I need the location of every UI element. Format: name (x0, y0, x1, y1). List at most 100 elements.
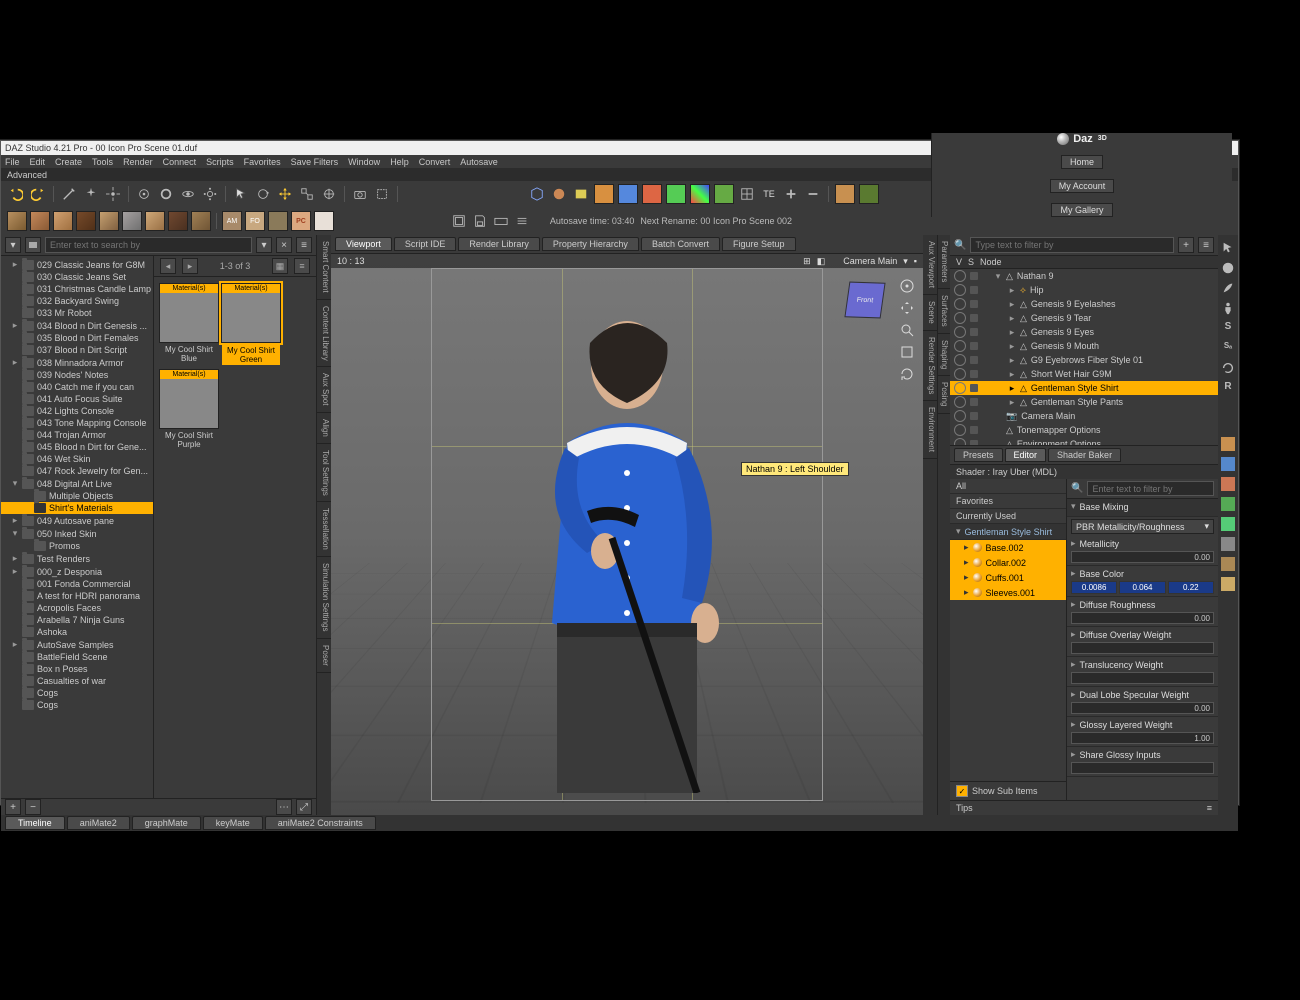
visibility-toggle[interactable] (954, 368, 966, 380)
fo-swatch[interactable]: FO (245, 211, 265, 231)
material-swatch[interactable] (314, 211, 334, 231)
slider[interactable]: 0.00 (1071, 702, 1214, 714)
menu-autosave[interactable]: Autosave (460, 157, 498, 167)
palette-icon[interactable] (1221, 537, 1235, 551)
list-view-icon[interactable]: ≡ (294, 258, 310, 274)
camera-dropdown-icon[interactable]: ▾ (903, 256, 908, 267)
plus-icon[interactable] (782, 185, 800, 203)
scene-node[interactable]: ▾△ Nathan 9 (950, 269, 1218, 283)
swatch-blue[interactable] (618, 184, 638, 204)
home-button[interactable]: Home (1061, 155, 1103, 169)
pointer-icon[interactable] (1221, 241, 1235, 255)
scene-node[interactable]: ▸△ Genesis 9 Tear (950, 311, 1218, 325)
swatch-red[interactable] (642, 184, 662, 204)
visibility-toggle[interactable] (954, 410, 966, 422)
tree-item[interactable]: 037 Blood n Dirt Script (1, 344, 153, 356)
side-tab-aux-viewport[interactable]: Aux Viewport (923, 235, 937, 295)
nav-cube[interactable]: Front (844, 282, 885, 319)
swatch-green2[interactable] (714, 184, 734, 204)
advanced-label[interactable]: Advanced (7, 170, 47, 180)
gear-icon[interactable] (201, 185, 219, 203)
tab-viewport[interactable]: Viewport (335, 237, 392, 251)
material-swatch[interactable] (191, 211, 211, 231)
side-tab-render-settings[interactable]: Render Settings (923, 331, 937, 401)
palette-icon[interactable] (1221, 557, 1235, 571)
figure-icon[interactable] (1221, 301, 1235, 315)
side-tab-simulation-settings[interactable]: Simulation Settings (317, 557, 331, 638)
menu-file[interactable]: File (5, 157, 20, 167)
tree-item[interactable]: ▾048 Digital Art Live (1, 477, 153, 490)
pointer-icon[interactable] (232, 185, 250, 203)
side-tab-posing[interactable]: Posing (938, 376, 950, 413)
wand-icon[interactable] (60, 185, 78, 203)
scene-node[interactable]: △ Tonemapper Options (950, 423, 1218, 437)
side-tab-parameters[interactable]: Parameters (938, 235, 950, 289)
material-swatch[interactable] (30, 211, 50, 231)
color-r[interactable]: 0.0086 (1071, 581, 1117, 594)
prev-page-icon[interactable]: ◂ (160, 258, 176, 274)
remove-icon[interactable]: − (25, 799, 41, 815)
scene-node[interactable]: ▸△ Genesis 9 Eyes (950, 325, 1218, 339)
tab-render-library[interactable]: Render Library (458, 237, 540, 251)
material-swatch[interactable] (268, 211, 288, 231)
menu-favorites[interactable]: Favorites (244, 157, 281, 167)
material-swatch[interactable] (122, 211, 142, 231)
palette-icon[interactable] (1221, 457, 1235, 471)
scale-tool-icon[interactable] (298, 185, 316, 203)
tree-item[interactable]: Promos (1, 540, 153, 552)
scene-node[interactable]: ▸△ Gentleman Style Pants (950, 395, 1218, 409)
next-page-icon[interactable]: ▸ (182, 258, 198, 274)
prop-group[interactable]: Base Mixing (1080, 502, 1129, 512)
tab-figure-setup[interactable]: Figure Setup (722, 237, 796, 251)
drawstyle-icon[interactable]: ◧ (817, 256, 826, 267)
side-tab-shaping[interactable]: Shaping (938, 334, 950, 376)
pc-swatch[interactable]: PC (291, 211, 311, 231)
menu-create[interactable]: Create (55, 157, 82, 167)
tree-item[interactable]: 047 Rock Jewelry for Gen... (1, 465, 153, 477)
spot-render-icon[interactable] (373, 185, 391, 203)
target-icon[interactable] (135, 185, 153, 203)
side-tab-scene[interactable]: Scene (923, 295, 937, 331)
scene-node[interactable]: ▸⟡ Hip (950, 283, 1218, 297)
tab-graphmate[interactable]: graphMate (132, 816, 201, 830)
scene-node[interactable]: ▸△ Gentleman Style Shirt (950, 381, 1218, 395)
loop-icon[interactable] (1221, 361, 1235, 375)
sphere-icon[interactable] (550, 185, 568, 203)
material-swatch[interactable] (76, 211, 96, 231)
my-gallery-button[interactable]: My Gallery (1051, 203, 1112, 217)
show-sub-checkbox[interactable]: ✓ (956, 785, 968, 797)
tree-item[interactable]: ▸Test Renders (1, 552, 153, 565)
visibility-toggle[interactable] (954, 354, 966, 366)
add-icon[interactable]: + (5, 799, 21, 815)
thumbnail[interactable]: Material(s)My Cool Shirt Green (222, 283, 280, 365)
ring-icon[interactable] (157, 185, 175, 203)
property-filter-input[interactable] (1087, 481, 1214, 496)
material-swatch[interactable] (145, 211, 165, 231)
scene-filter-input[interactable] (970, 237, 1174, 253)
scene-node[interactable]: △ Environment Options (950, 437, 1218, 446)
scene-tree[interactable]: ▾△ Nathan 9▸⟡ Hip▸△ Genesis 9 Eyelashes▸… (950, 269, 1218, 446)
reset-icon[interactable] (899, 366, 915, 382)
viewport-options-icon[interactable]: ⊞ (803, 256, 811, 267)
sphere-icon[interactable] (1221, 261, 1235, 275)
swatch-olive[interactable] (859, 184, 879, 204)
clear-icon[interactable]: × (276, 237, 292, 253)
tree-item[interactable]: ▸049 Autosave pane (1, 514, 153, 527)
layout-icon[interactable] (450, 212, 468, 230)
tips-menu-icon[interactable]: ≡ (1207, 803, 1212, 813)
shader-select[interactable]: PBR Metallicity/Roughness▾ (1071, 519, 1214, 534)
tab-script-ide[interactable]: Script IDE (394, 237, 457, 251)
am-swatch[interactable]: AM (222, 211, 242, 231)
side-tab-tessellation[interactable]: Tessellation (317, 502, 331, 557)
folder-icon[interactable] (25, 237, 41, 253)
menu-window[interactable]: Window (348, 157, 380, 167)
orbit-icon[interactable] (179, 185, 197, 203)
material-swatch[interactable] (99, 211, 119, 231)
palette-icon[interactable] (1221, 577, 1235, 591)
rotate-tool-icon[interactable] (254, 185, 272, 203)
tab-animate2[interactable]: aniMate2 (67, 816, 130, 830)
content-tree[interactable]: ▸029 Classic Jeans for G8M030 Classic Je… (1, 256, 154, 798)
surface-item[interactable]: ▸Sleeves.001 (950, 585, 1066, 600)
visibility-toggle[interactable] (954, 298, 966, 310)
menu-scripts[interactable]: Scripts (206, 157, 234, 167)
